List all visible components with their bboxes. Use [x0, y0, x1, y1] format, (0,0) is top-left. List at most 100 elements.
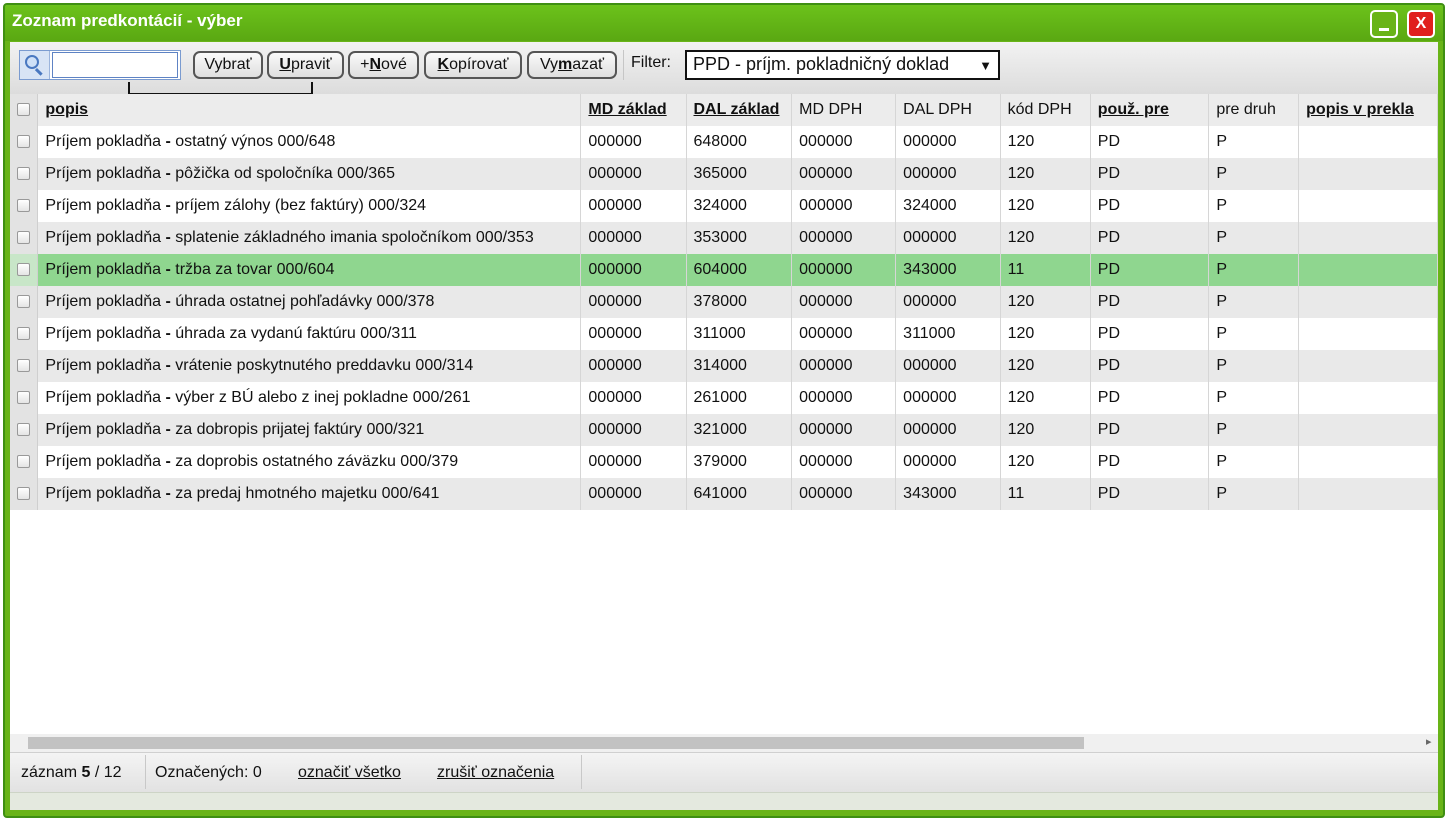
- row-checkbox[interactable]: [10, 446, 39, 478]
- cell-dal-zaklad: 378000: [686, 286, 793, 318]
- row-checkbox[interactable]: [10, 222, 39, 254]
- cell-popis-v-preklade: [1298, 350, 1438, 382]
- table-row[interactable]: Príjem pokladňa - pôžička od spoločníka …: [10, 158, 1438, 190]
- table-row[interactable]: Príjem pokladňa - za predaj hmotného maj…: [10, 478, 1438, 510]
- row-checkbox[interactable]: [10, 382, 39, 414]
- search-input[interactable]: [52, 52, 178, 78]
- delete-button[interactable]: Vy m azať: [527, 51, 617, 79]
- cell-popis-v-preklade: [1298, 478, 1438, 510]
- minimize-button[interactable]: [1370, 10, 1398, 38]
- edit-button[interactable]: Upraviť: [267, 51, 344, 79]
- cell-popis-v-preklade: [1298, 222, 1438, 254]
- cell-dal-dph: 000000: [895, 382, 1001, 414]
- cell-md-zaklad: 000000: [580, 126, 687, 158]
- cell-dal-zaklad: 379000: [686, 446, 793, 478]
- select-button[interactable]: Vybrať: [193, 51, 263, 79]
- cell-popis-v-preklade: [1298, 446, 1438, 478]
- new-button[interactable]: + Nové: [348, 51, 419, 79]
- checkbox-icon: [17, 359, 31, 373]
- cell-dal-dph: 000000: [895, 350, 1001, 382]
- row-checkbox[interactable]: [10, 126, 39, 158]
- column-header-md-zaklad[interactable]: MD základ: [580, 94, 687, 126]
- column-header-pouz-pre[interactable]: použ. pre: [1090, 94, 1210, 126]
- search-box[interactable]: [19, 50, 181, 80]
- row-checkbox[interactable]: [10, 318, 39, 350]
- cell-dal-zaklad: 321000: [686, 414, 793, 446]
- cell-md-dph: 000000: [791, 254, 897, 286]
- cell-dal-zaklad: 365000: [686, 158, 793, 190]
- table-row[interactable]: Príjem pokladňa - úhrada ostatnej pohľad…: [10, 286, 1438, 318]
- cell-pouz-pre: PD: [1090, 478, 1210, 510]
- column-header-kod-dph[interactable]: kód DPH: [1000, 94, 1091, 126]
- row-checkbox[interactable]: [10, 190, 39, 222]
- cell-dal-dph: 000000: [895, 446, 1001, 478]
- unmark-all-link[interactable]: zrušiť označenia: [437, 764, 554, 782]
- row-checkbox[interactable]: [10, 158, 39, 190]
- copy-button[interactable]: Kopírovať: [424, 51, 522, 79]
- column-header-dal-dph[interactable]: DAL DPH: [895, 94, 1001, 126]
- table-row[interactable]: Príjem pokladňa - ostatný výnos 000/648 0…: [10, 126, 1438, 158]
- cell-popis: Príjem pokladňa - pôžička od spoločníka …: [37, 158, 582, 190]
- cell-md-dph: 000000: [791, 414, 897, 446]
- marked-count: Označených: 0: [155, 764, 262, 781]
- table-row[interactable]: Príjem pokladňa - tržba za tovar 000/604…: [10, 254, 1438, 286]
- row-checkbox[interactable]: [10, 478, 39, 510]
- row-checkbox[interactable]: [10, 254, 39, 286]
- checkbox-icon: [17, 167, 31, 181]
- cell-kod-dph: 120: [1000, 222, 1091, 254]
- column-header-pre-druh[interactable]: pre druh: [1208, 94, 1300, 126]
- chevron-down-icon[interactable]: ▼: [975, 56, 992, 76]
- cell-md-dph: 000000: [791, 222, 897, 254]
- cell-popis-v-preklade: [1298, 414, 1438, 446]
- cell-popis: Príjem pokladňa - ostatný výnos 000/648: [37, 126, 582, 158]
- scrollbar-thumb[interactable]: [28, 737, 1084, 749]
- cell-pouz-pre: PD: [1090, 126, 1210, 158]
- select-all-checkbox[interactable]: [10, 94, 39, 126]
- checkbox-icon: [17, 327, 31, 341]
- cell-popis-v-preklade: [1298, 318, 1438, 350]
- cell-pouz-pre: PD: [1090, 158, 1210, 190]
- table-row[interactable]: Príjem pokladňa - príjem zálohy (bez fak…: [10, 190, 1438, 222]
- predkontacie-grid: popis MD základ DAL základ MD DPH DAL DP…: [10, 94, 1438, 734]
- table-row[interactable]: Príjem pokladňa - za doprobis ostatného …: [10, 446, 1438, 478]
- filter-select[interactable]: PPD - príjm. pokladničný doklad ▼: [685, 50, 1000, 80]
- mark-all-link[interactable]: označiť všetko: [298, 764, 401, 782]
- cell-popis: Príjem pokladňa - výber z BÚ alebo z ine…: [37, 382, 582, 414]
- row-checkbox[interactable]: [10, 350, 39, 382]
- cell-md-dph: 000000: [791, 286, 897, 318]
- cell-dal-zaklad: 353000: [686, 222, 793, 254]
- cell-pre-druh: P: [1208, 126, 1300, 158]
- filter-label: Filter:: [631, 54, 671, 71]
- scroll-right-icon[interactable]: ▸: [1426, 735, 1432, 748]
- cell-pouz-pre: PD: [1090, 190, 1210, 222]
- cell-dal-dph: 324000: [895, 190, 1001, 222]
- close-button[interactable]: X: [1407, 10, 1435, 38]
- dialog-window: Zoznam predkontácií - výber X Vybrať Upr…: [3, 3, 1445, 818]
- column-header-popis-v-preklade[interactable]: popis v prekla: [1298, 94, 1438, 126]
- table-row[interactable]: Príjem pokladňa - výber z BÚ alebo z ine…: [10, 382, 1438, 414]
- table-row[interactable]: Príjem pokladňa - vrátenie poskytnutého …: [10, 350, 1438, 382]
- row-checkbox[interactable]: [10, 286, 39, 318]
- table-row[interactable]: Príjem pokladňa - splatenie základného i…: [10, 222, 1438, 254]
- row-checkbox[interactable]: [10, 414, 39, 446]
- cell-dal-dph: 000000: [895, 286, 1001, 318]
- cell-dal-dph: 000000: [895, 414, 1001, 446]
- table-row[interactable]: Príjem pokladňa - úhrada za vydanú faktú…: [10, 318, 1438, 350]
- cell-kod-dph: 120: [1000, 414, 1091, 446]
- column-header-md-dph[interactable]: MD DPH: [791, 94, 897, 126]
- checkbox-icon: [17, 295, 31, 309]
- cell-kod-dph: 11: [1000, 478, 1091, 510]
- search-icon[interactable]: [20, 51, 50, 79]
- cell-popis: Príjem pokladňa - vrátenie poskytnutého …: [37, 350, 582, 382]
- cell-popis: Príjem pokladňa - úhrada ostatnej pohľad…: [37, 286, 582, 318]
- horizontal-scrollbar[interactable]: ▸: [10, 734, 1438, 752]
- table-row[interactable]: Príjem pokladňa - za dobropis prijatej f…: [10, 414, 1438, 446]
- cell-pouz-pre: PD: [1090, 222, 1210, 254]
- column-header-dal-zaklad[interactable]: DAL základ: [686, 94, 793, 126]
- cell-pouz-pre: PD: [1090, 254, 1210, 286]
- column-header-popis[interactable]: popis: [37, 94, 582, 126]
- cell-md-zaklad: 000000: [580, 446, 687, 478]
- title-bar[interactable]: Zoznam predkontácií - výber X: [5, 5, 1443, 41]
- cell-popis-v-preklade: [1298, 254, 1438, 286]
- cell-pre-druh: P: [1208, 222, 1300, 254]
